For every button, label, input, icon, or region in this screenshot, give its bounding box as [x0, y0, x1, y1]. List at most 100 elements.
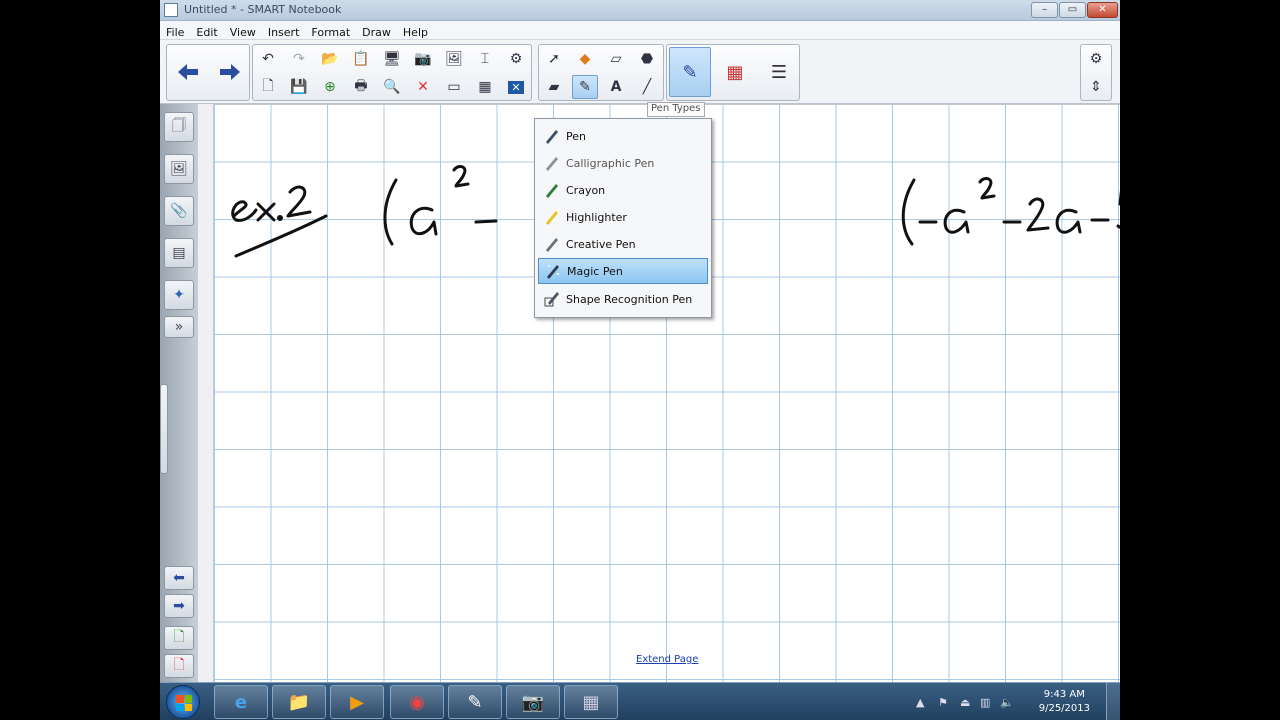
eraser-tool-button[interactable]: ▱ — [603, 47, 629, 71]
clock[interactable]: 9:43 AM 9/25/2013 — [1039, 688, 1090, 716]
insert-table-button[interactable]: ▦ — [472, 75, 498, 99]
pen-types-button[interactable]: ✎ — [669, 47, 711, 97]
navigation-group — [166, 44, 250, 101]
close-page-button[interactable]: ✕ — [503, 75, 529, 99]
menu-item-label: Creative Pen — [566, 237, 636, 251]
panel-splitter[interactable] — [198, 104, 214, 682]
media-player-icon: ▶ — [350, 691, 364, 713]
sidebar-handle[interactable] — [160, 384, 168, 474]
pens-tool-button[interactable]: ✎ — [572, 75, 598, 99]
redo-icon: ↷ — [293, 51, 305, 67]
zoom-icon: 🔍 — [383, 79, 401, 95]
taskbar-media-player[interactable]: ▶ — [330, 685, 384, 719]
select-tool-button[interactable]: ➚ — [541, 47, 567, 71]
start-button[interactable] — [166, 685, 200, 719]
menu-item-creative-pen[interactable]: Creative Pen — [538, 231, 708, 257]
document-camera-icon: 📷 — [521, 691, 545, 713]
menu-item-calligraphic-pen[interactable]: Calligraphic Pen — [538, 150, 708, 176]
gallery-tab[interactable]: 🖼 — [164, 154, 194, 184]
menu-item-crayon[interactable]: Crayon — [538, 177, 708, 203]
page-sorter-tab[interactable]: 🗍 — [164, 112, 194, 142]
previous-page-side-button[interactable]: ⬅ — [164, 566, 194, 590]
table-tool-button[interactable]: ▰ — [541, 75, 567, 99]
volume-icon[interactable]: 🔈 — [1000, 696, 1014, 709]
taskbar-smart-notebook[interactable]: ✎ — [448, 685, 502, 719]
usb-icon[interactable]: ⏏ — [960, 696, 970, 709]
window-title: Untitled * - SMART Notebook — [184, 3, 342, 16]
taskbar-document-camera[interactable]: 📷 — [506, 685, 560, 719]
extend-page-link[interactable]: Extend Page — [636, 654, 698, 665]
auto-hide-tab[interactable]: » — [164, 316, 194, 338]
control-panel-icon: ▦ — [582, 691, 600, 713]
paste-icon: 📋 — [352, 51, 370, 67]
capture-button[interactable]: 📷 — [410, 47, 436, 71]
taskbar-chrome[interactable]: ◉ — [390, 685, 444, 719]
text-button[interactable]: A — [603, 75, 629, 99]
properties-tab[interactable]: ▤ — [164, 238, 194, 268]
menu-item-pen[interactable]: Pen — [538, 123, 708, 149]
menu-item-highlighter[interactable]: Highlighter — [538, 204, 708, 230]
zoom-button[interactable]: 🔍 — [379, 75, 405, 99]
move-toolbar-icon: ⇕ — [1090, 79, 1102, 95]
menu-insert[interactable]: Insert — [262, 23, 306, 39]
text-tool-button[interactable]: ⌶ — [472, 47, 498, 71]
full-screen-icon: ▭ — [447, 79, 461, 95]
properties-icon: ☰ — [770, 61, 788, 83]
properties-button[interactable]: ☰ — [759, 47, 799, 97]
menu-item-shape-recognition-pen[interactable]: Shape Recognition Pen — [538, 286, 708, 312]
document-camera-button[interactable]: ⚙ — [503, 47, 529, 71]
menu-edit[interactable]: Edit — [190, 23, 223, 39]
crayon-icon — [538, 181, 566, 199]
next-page-button[interactable] — [211, 47, 249, 97]
menu-bar: File Edit View Insert Format Draw Help — [160, 21, 1120, 40]
close-button[interactable]: ✕ — [1087, 2, 1118, 18]
show-desktop-button[interactable] — [1106, 683, 1120, 720]
menu-format[interactable]: Format — [305, 23, 356, 39]
new-page-button[interactable]: 🗋 — [255, 75, 281, 99]
paste-button[interactable]: 📋 — [348, 47, 374, 71]
undo-button[interactable]: ↶ — [255, 47, 281, 71]
add-page-side-button[interactable]: 🗋 — [164, 626, 194, 650]
print-button[interactable]: 🖶 — [348, 75, 374, 99]
pens-icon: ✎ — [579, 79, 591, 95]
menu-draw[interactable]: Draw — [356, 23, 397, 39]
fill-tool-button[interactable]: ⬣ — [634, 47, 660, 71]
maximize-button[interactable]: ▭ — [1059, 2, 1086, 18]
taskbar-control-panel[interactable]: ▦ — [564, 685, 618, 719]
undo-icon: ↶ — [262, 51, 274, 67]
addons-tab[interactable]: ✦ — [164, 280, 194, 310]
taskbar-file-explorer[interactable]: 📁 — [272, 685, 326, 719]
redo-button[interactable]: ↷ — [286, 47, 312, 71]
add-page-button[interactable]: ⊕ — [317, 75, 343, 99]
full-screen-button[interactable]: ▭ — [441, 75, 467, 99]
settings-button[interactable]: ⚙ — [1083, 47, 1109, 71]
eraser-icon: ▱ — [610, 51, 622, 67]
menu-view[interactable]: View — [224, 23, 262, 39]
next-page-side-button[interactable]: ➡ — [164, 594, 194, 618]
delete-page-side-button[interactable]: 🗋 — [164, 654, 194, 678]
colors-button[interactable]: ▦ — [715, 47, 755, 97]
menu-item-magic-pen[interactable]: Magic Pen — [538, 258, 708, 284]
delete-button[interactable]: ✕ — [410, 75, 436, 99]
taskbar-internet-explorer[interactable]: e — [214, 685, 268, 719]
add-page-icon: 🗋 — [173, 629, 185, 645]
insert-media-button[interactable]: 🖼 — [441, 47, 467, 71]
capture-icon: 📷 — [414, 51, 432, 67]
network-icon[interactable]: ▥ — [980, 696, 990, 709]
shapes-tool-button[interactable]: ◆ — [572, 47, 598, 71]
menu-file[interactable]: File — [160, 23, 190, 39]
line-tool-button[interactable]: ╱ — [634, 75, 660, 99]
open-file-button[interactable]: 📂 — [317, 47, 343, 71]
arrow-left-icon: ⬅ — [173, 570, 185, 586]
minimize-button[interactable]: – — [1031, 2, 1058, 18]
screen-shade-button[interactable]: 🖥 — [379, 47, 405, 71]
show-hidden-icons-icon[interactable]: ▲ — [916, 696, 924, 709]
attachments-tab[interactable]: 📎 — [164, 196, 194, 226]
move-toolbar-button[interactable]: ⇕ — [1083, 75, 1109, 99]
menu-help[interactable]: Help — [397, 23, 434, 39]
text-tool-icon: ⌶ — [480, 51, 490, 67]
clock-time: 9:43 AM — [1043, 689, 1085, 700]
previous-page-button[interactable] — [169, 47, 207, 97]
save-button[interactable]: 💾 — [286, 75, 312, 99]
action-center-icon[interactable]: ⚑ — [938, 696, 948, 709]
